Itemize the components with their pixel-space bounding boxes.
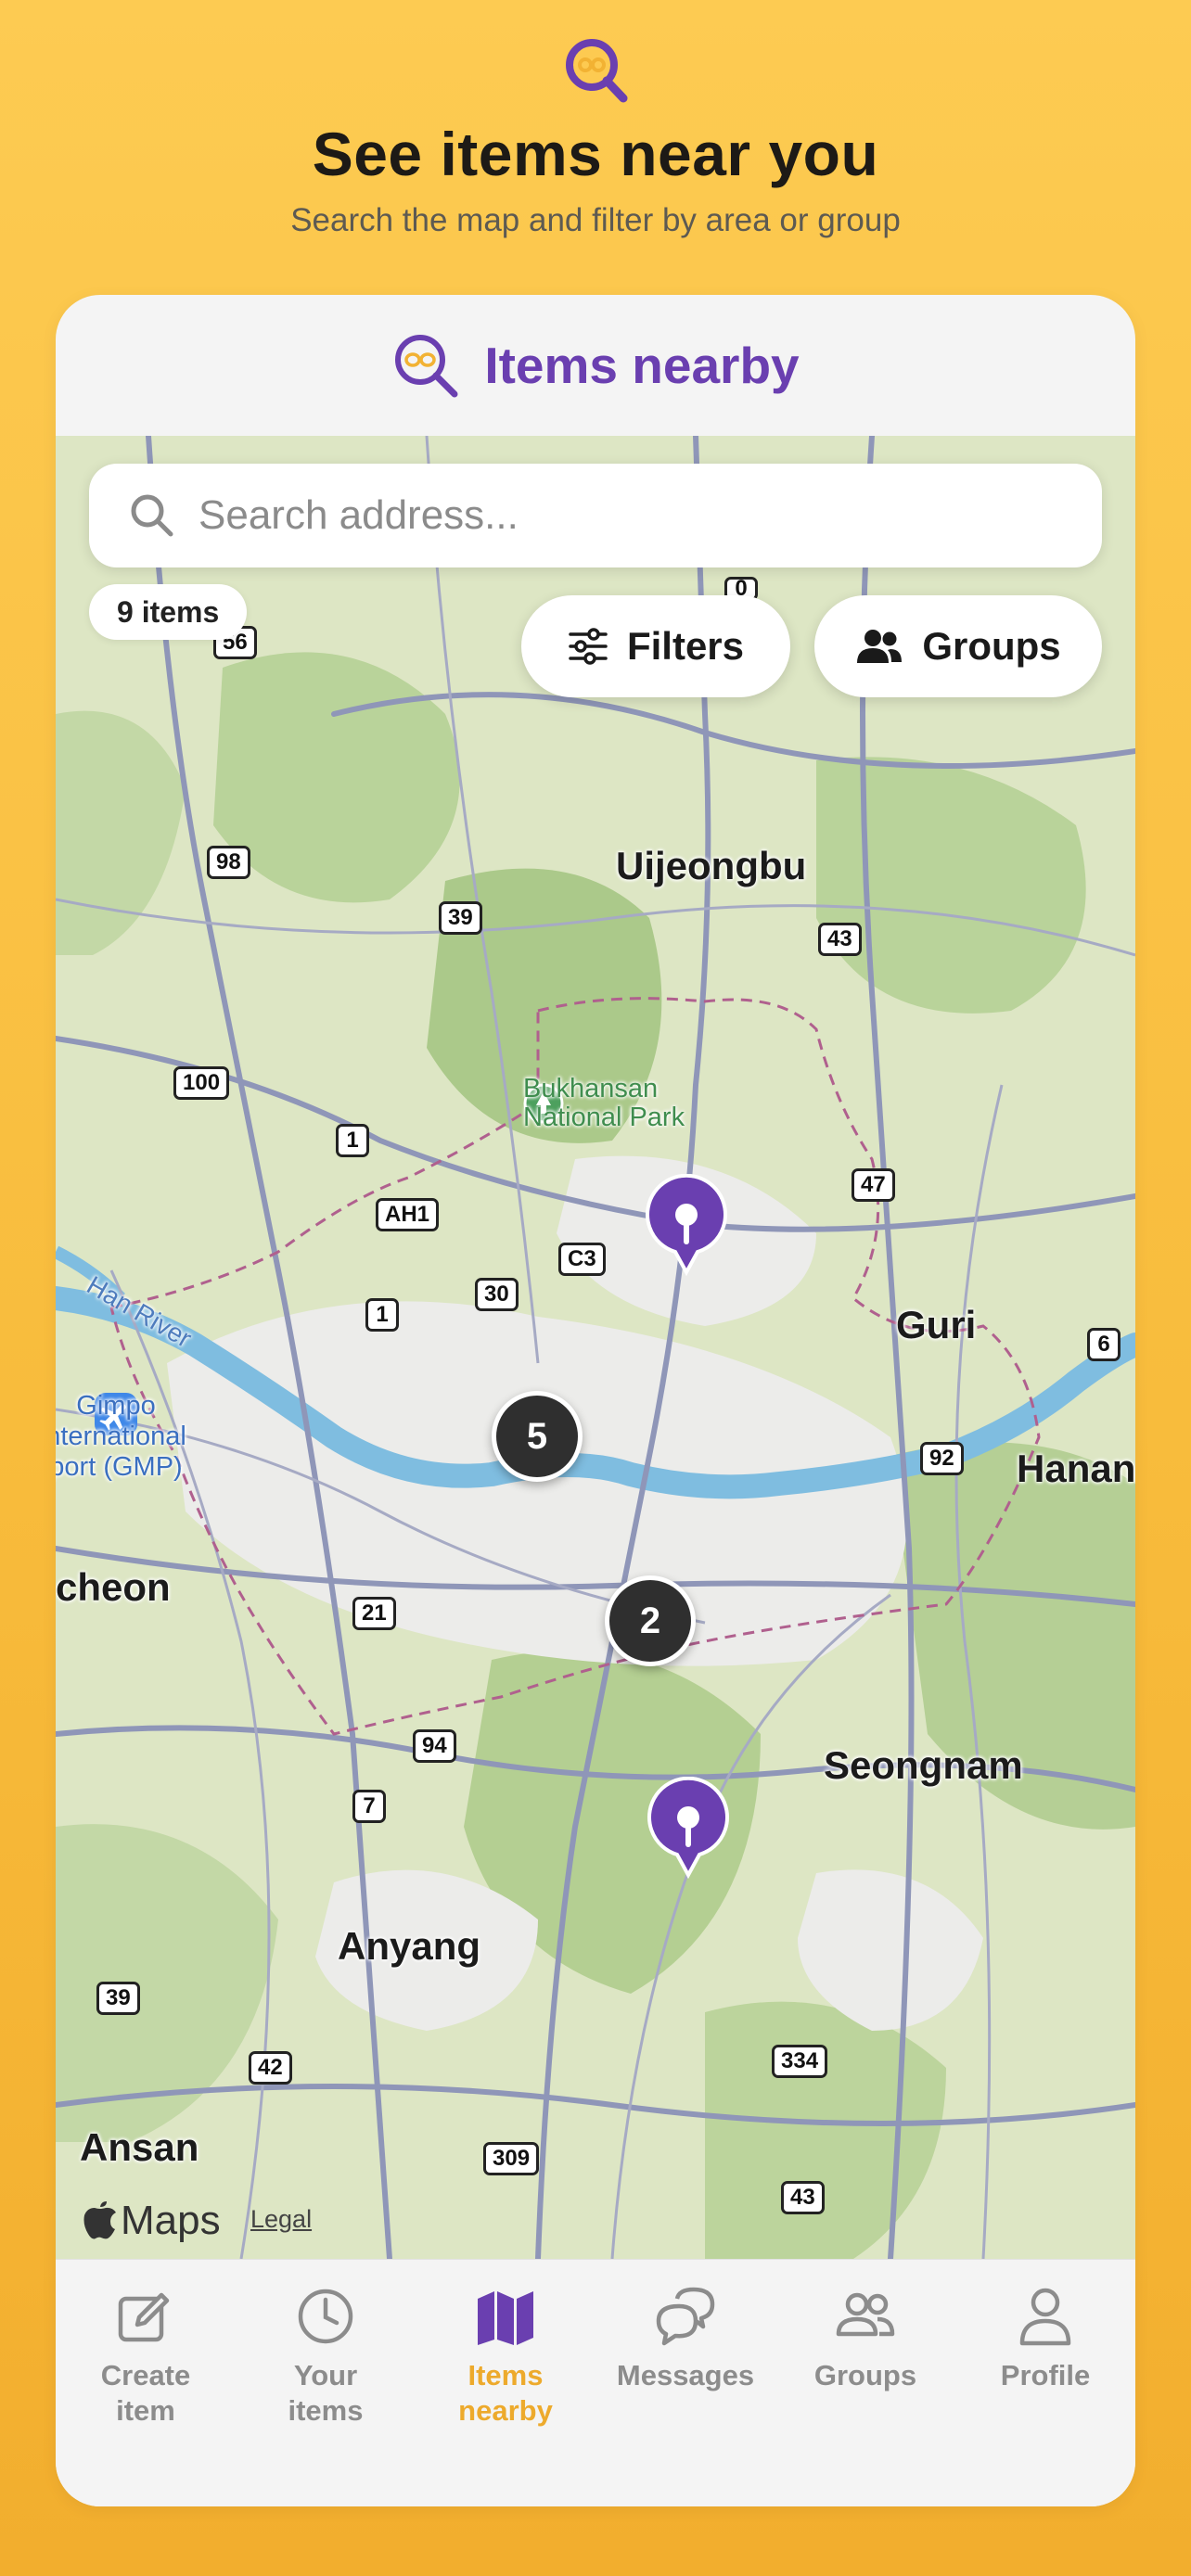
road-shield: 1: [365, 1298, 399, 1332]
map-terrain: [56, 436, 1135, 2259]
people-icon: [857, 630, 903, 663]
map-icon: [478, 2291, 533, 2345]
road-shield: 42: [249, 2051, 292, 2085]
tab-your-items[interactable]: Your items: [236, 2260, 416, 2506]
road-shield: 47: [852, 1168, 895, 1202]
airport-label: Gimpo nternational port (GMP): [56, 1391, 186, 1482]
map-view[interactable]: Uijeongbu Guri Hanan Seongnam Anyang Ans…: [56, 436, 1135, 2259]
map-label-ansan: Ansan: [80, 2125, 199, 2169]
road-shield: 94: [413, 1729, 456, 1763]
item-location-pin[interactable]: [646, 1777, 731, 1879]
tab-label: Items nearby: [458, 2359, 553, 2427]
map-label-guri: Guri: [896, 1303, 977, 1346]
tab-label: Profile: [1000, 2359, 1091, 2391]
tab-messages[interactable]: Messages: [596, 2260, 775, 2506]
clock-icon: [298, 2289, 353, 2344]
road-shield: 309: [483, 2142, 540, 2175]
items-nearby-logo-icon: [395, 335, 458, 398]
tab-label: Create item: [100, 2359, 191, 2427]
map-label-hanam: Hanan: [1017, 1447, 1135, 1490]
item-count-badge: 9 items: [89, 584, 248, 640]
tab-profile[interactable]: Profile: [955, 2260, 1135, 2506]
map-label-seongnam: Seongnam: [824, 1743, 1023, 1787]
apple-logo-icon: [83, 2201, 116, 2239]
airport-marker[interactable]: Gimpo nternational port (GMP): [56, 1391, 186, 1482]
road-shield: 1: [336, 1124, 369, 1157]
address-search-bar[interactable]: [89, 464, 1102, 567]
road-shield: AH1: [376, 1198, 440, 1231]
chat-bubbles-icon: [656, 2287, 715, 2346]
person-icon: [1019, 2288, 1071, 2346]
screen-title: Items nearby: [484, 337, 800, 394]
legal-link[interactable]: Legal: [250, 2205, 312, 2234]
groups-filter-button[interactable]: Groups: [814, 595, 1102, 697]
road-shield: 98: [207, 846, 250, 879]
filters-button[interactable]: Filters: [521, 595, 790, 697]
road-shield: 334: [772, 2045, 828, 2078]
groups-label: Groups: [922, 624, 1061, 668]
map-label-incheon: cheon: [56, 1565, 171, 1609]
tab-label: Your items: [288, 2359, 364, 2427]
app-logo-icon: [566, 39, 628, 103]
road-shield: 43: [781, 2181, 825, 2214]
park-label: Bukhansan National Park: [523, 1074, 685, 1132]
sliders-icon: [569, 628, 608, 665]
road-shield: 100: [173, 1066, 230, 1100]
road-shield: 43: [818, 923, 862, 956]
item-cluster-marker[interactable]: 2: [605, 1575, 696, 1666]
page-headline: See items near you: [312, 120, 879, 188]
road-shield: 30: [475, 1278, 519, 1311]
road-shield: 92: [920, 1442, 964, 1475]
app-screen-card: Items nearby Uijeongbu Guri Hanan Seongn…: [56, 295, 1135, 2506]
map-label-uijeongbu: Uijeongbu: [616, 844, 807, 887]
search-icon: [131, 494, 173, 537]
road-shield: 39: [439, 901, 482, 935]
park-marker[interactable]: Bukhansan National Park: [523, 1075, 685, 1132]
tab-items-nearby[interactable]: Items nearby: [416, 2260, 596, 2506]
item-location-pin[interactable]: [644, 1174, 729, 1276]
item-cluster-marker[interactable]: 5: [492, 1391, 583, 1482]
address-search-input[interactable]: [197, 491, 1102, 540]
maps-wordmark: Maps: [121, 2198, 221, 2243]
road-shield: C3: [558, 1243, 606, 1276]
road-shield: 6: [1087, 1328, 1121, 1361]
tab-label: Messages: [616, 2359, 755, 2391]
road-shield: 21: [352, 1597, 396, 1630]
screen-header: Items nearby: [56, 295, 1135, 436]
road-shield: 39: [96, 1982, 140, 2015]
page-subline: Search the map and filter by area or gro…: [290, 202, 901, 238]
people-icon: [836, 2292, 895, 2337]
create-icon: [118, 2292, 170, 2342]
tab-create-item[interactable]: Create item: [56, 2260, 236, 2506]
road-shield: 7: [352, 1790, 386, 1823]
bottom-tab-bar: Create item Your items Items nearby Mess…: [56, 2259, 1135, 2506]
filters-label: Filters: [626, 624, 745, 668]
map-label-anyang: Anyang: [338, 1924, 481, 1968]
maps-attribution: Maps: [83, 2198, 221, 2244]
tab-label: Groups: [813, 2359, 917, 2391]
tab-groups[interactable]: Groups: [775, 2260, 955, 2506]
